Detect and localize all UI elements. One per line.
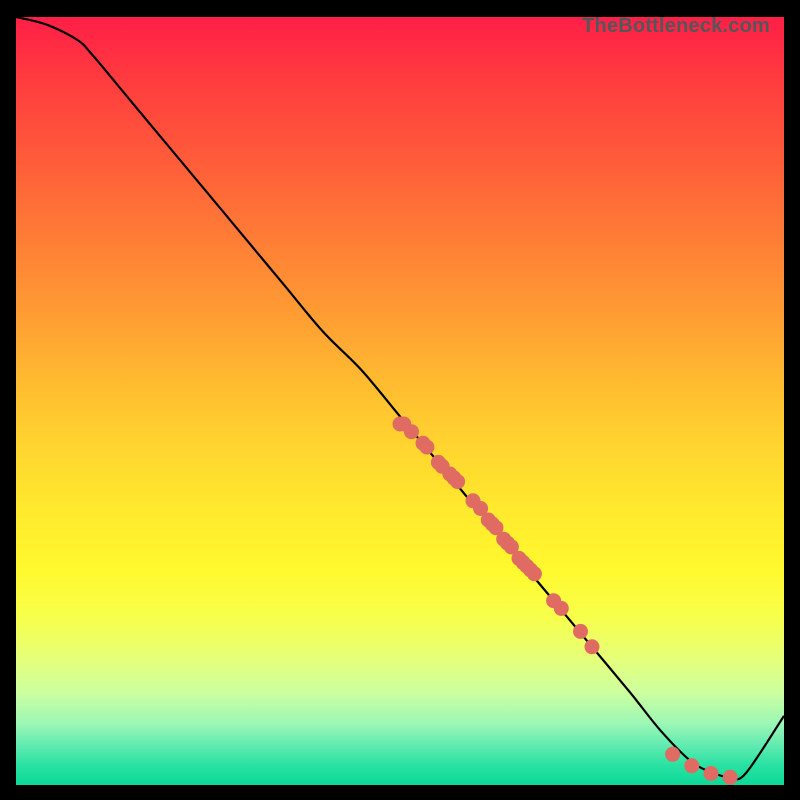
chart-svg <box>16 17 784 785</box>
chart-plot-area: TheBottleneck.com <box>16 17 784 785</box>
data-point <box>419 440 434 455</box>
data-point <box>450 474 465 489</box>
data-point <box>665 747 680 762</box>
data-point <box>573 624 588 639</box>
chart-frame: TheBottleneck.com <box>16 17 784 785</box>
bottleneck-curve <box>16 17 784 779</box>
data-point <box>684 758 699 773</box>
data-point <box>585 639 600 654</box>
data-point <box>554 601 569 616</box>
data-points <box>393 417 738 785</box>
data-point <box>723 770 738 785</box>
watermark-label: TheBottleneck.com <box>582 15 770 38</box>
data-point <box>404 424 419 439</box>
data-point <box>704 766 719 781</box>
data-point <box>527 566 542 581</box>
